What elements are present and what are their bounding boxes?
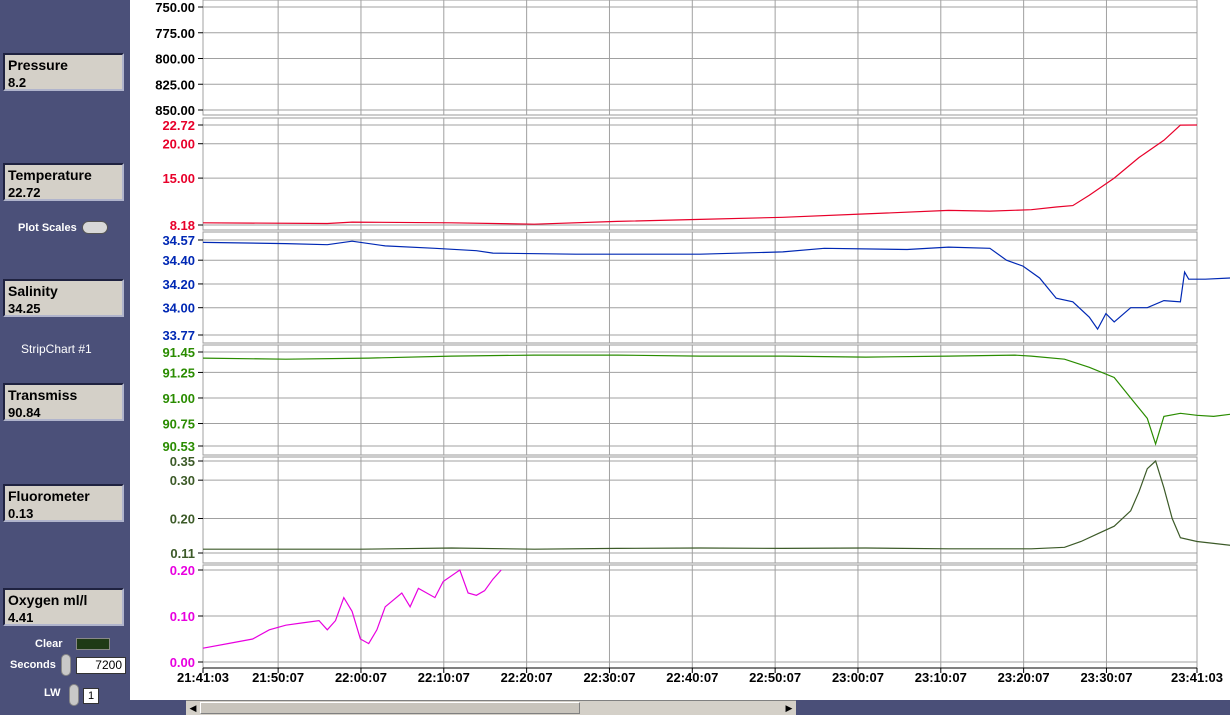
x-tick-label: 22:10:07 [418,670,470,685]
lw-stepper[interactable] [69,684,79,706]
y-tick-label: 750.00 [155,0,195,15]
fluorometer-indicator: Fluorometer 0.13 [3,484,124,522]
panel-frame [202,117,1198,231]
pressure-label: Pressure [8,57,68,73]
clear-label: Clear [35,638,63,650]
scroll-right-icon[interactable]: ▶ [783,702,795,714]
oxygen-value: 4.41 [8,610,34,625]
seconds-label: Seconds [10,659,56,671]
y-tick-label: 33.77 [162,328,195,343]
y-tick-label: 0.20 [170,563,195,578]
y-tick-label: 34.40 [162,253,195,268]
x-tick-label: 22:30:07 [583,670,635,685]
clear-button[interactable] [76,638,110,650]
oxygen-indicator: Oxygen ml/l 4.41 [3,588,124,626]
scroll-thumb[interactable] [200,702,580,714]
y-tick-label: 20.00 [162,137,195,152]
y-tick-label: 90.75 [162,417,195,432]
x-tick-label: 23:41:03 [1171,670,1223,685]
horizontal-scrollbar[interactable]: ◀ ▶ [186,700,796,715]
transmiss-label: Transmiss [8,387,78,403]
y-tick-label: 850.00 [155,103,195,118]
temperature-indicator: Temperature 22.72 [3,163,124,201]
y-tick-label: 0.00 [170,655,195,670]
x-tick-label: 23:20:07 [998,670,1050,685]
y-tick-label: 15.00 [162,171,195,186]
panel-frame [202,344,1198,456]
x-tick-label: 21:41:03 [177,670,229,685]
y-tick-label: 800.00 [155,52,195,67]
x-tick-label: 23:00:07 [832,670,884,685]
side-panel: Pressure 8.2 Temperature 22.72 Plot Scal… [0,0,130,715]
y-tick-label: 0.20 [170,512,195,527]
y-tick-label: 34.57 [162,233,195,248]
x-tick-label: 21:50:07 [252,670,304,685]
x-tick-label: 22:50:07 [749,670,801,685]
transmiss-indicator: Transmiss 90.84 [3,383,124,421]
y-tick-label: 0.11 [170,546,195,561]
seconds-input[interactable]: 7200 [76,657,126,674]
plot-scales-label: Plot Scales [18,222,77,234]
panel-frame [202,0,1198,116]
y-tick-label: 0.30 [170,473,195,488]
fluorometer-label: Fluorometer [8,488,90,504]
y-tick-label: 0.35 [170,454,195,469]
scroll-left-icon[interactable]: ◀ [187,702,199,714]
strip-chart: 750.00 775.00 800.00 825.00 850.0022.72 20.00… [130,0,1230,700]
y-tick-label: 8.18 [170,218,195,233]
y-tick-label: 91.45 [162,345,195,360]
x-tick-label: 22:40:07 [666,670,718,685]
salinity-label: Salinity [8,283,58,299]
transmiss-value: 90.84 [8,405,41,420]
x-tick-label: 22:20:07 [501,670,553,685]
seconds-stepper[interactable] [61,654,71,676]
y-tick-label: 34.00 [162,301,195,316]
oxygen-label: Oxygen ml/l [8,592,88,608]
y-tick-label: 34.20 [162,277,195,292]
salinity-value: 34.25 [8,301,41,316]
y-tick-label: 0.10 [170,609,195,624]
temperature-label: Temperature [8,167,92,183]
pressure-indicator: Pressure 8.2 [3,53,124,91]
y-tick-label: 91.25 [162,365,195,380]
y-tick-label: 775.00 [155,26,195,41]
y-tick-label: 90.53 [162,439,195,454]
plot-scales-toggle[interactable] [82,221,108,234]
salinity-indicator: Salinity 34.25 [3,279,124,317]
y-tick-label: 91.00 [162,391,195,406]
x-tick-label: 23:10:07 [915,670,967,685]
x-tick-label: 22:00:07 [335,670,387,685]
lw-input[interactable]: 1 [83,688,99,704]
temperature-value: 22.72 [8,185,41,200]
y-tick-label: 22.72 [162,118,195,133]
pressure-value: 8.2 [8,75,27,90]
panel-frame [202,456,1198,564]
x-tick-label: 23:30:07 [1080,670,1132,685]
fluorometer-value: 0.13 [8,506,34,521]
stripchart-label: StripChart #1 [21,342,92,356]
y-tick-label: 825.00 [155,77,195,92]
lw-label: LW [44,687,61,699]
